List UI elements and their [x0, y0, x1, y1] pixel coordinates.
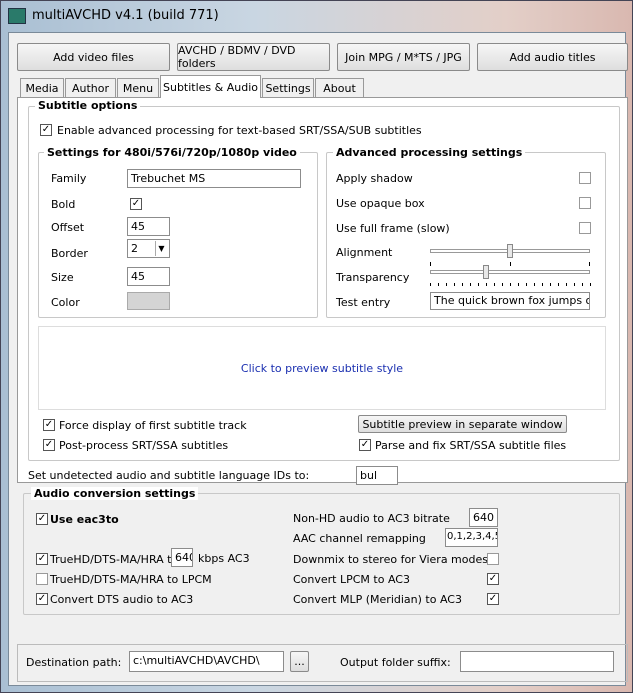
use-eac3to-label: Use eac3to: [50, 513, 119, 526]
transparency-slider[interactable]: [430, 270, 590, 274]
test-entry-label: Test entry: [336, 296, 391, 309]
border-value: 2: [131, 242, 138, 255]
enable-advanced-label: Enable advanced processing for text-base…: [57, 124, 422, 137]
dts-ac3-label: Convert DTS audio to AC3: [50, 593, 194, 606]
window-title: multiAVCHD v4.1 (build 771): [32, 8, 219, 23]
offset-input[interactable]: 45: [127, 217, 170, 236]
opaque-box-label: Use opaque box: [336, 197, 425, 210]
alignment-label: Alignment: [336, 246, 393, 259]
truehd-ac3-suffix: kbps AC3: [198, 552, 250, 565]
aac-remap-label: AAC channel remapping: [293, 532, 426, 545]
nonhd-bitrate-input[interactable]: 640: [469, 508, 498, 527]
alignment-ticks: [430, 262, 590, 266]
output-suffix-input[interactable]: [460, 651, 614, 672]
family-label: Family: [51, 172, 87, 185]
chevron-down-icon[interactable]: ▼: [155, 241, 167, 256]
lpcm-ac3-label: Convert LPCM to AC3: [293, 573, 410, 586]
video-settings-title: Settings for 480i/576i/720p/1080p video: [44, 146, 300, 159]
mlp-ac3-label: Convert MLP (Meridian) to AC3: [293, 593, 462, 606]
tab-subtitles-audio[interactable]: Subtitles & Audio: [160, 75, 261, 98]
size-label: Size: [51, 271, 74, 284]
avchd-folders-button[interactable]: AVCHD / BDMV / DVD folders: [177, 43, 330, 71]
add-video-files-button[interactable]: Add video files: [17, 43, 170, 71]
enable-advanced-checkbox[interactable]: ✓: [40, 124, 52, 136]
force-display-checkbox[interactable]: ✓: [43, 419, 55, 431]
tab-settings[interactable]: Settings: [262, 78, 314, 98]
color-swatch[interactable]: [127, 292, 170, 310]
truehd-ac3-checkbox[interactable]: ✓: [36, 553, 48, 565]
destination-path-input[interactable]: c:\multiAVCHD\AVCHD\: [129, 651, 284, 672]
post-process-checkbox[interactable]: ✓: [43, 439, 55, 451]
language-input[interactable]: bul: [356, 466, 398, 485]
subtitle-preview-window-button[interactable]: Subtitle preview in separate window: [358, 415, 567, 433]
full-frame-checkbox[interactable]: [579, 222, 591, 234]
transparency-ticks: [430, 283, 591, 286]
truehd-lpcm-checkbox[interactable]: [36, 573, 48, 585]
border-label: Border: [51, 247, 88, 260]
subtitle-options-title: Subtitle options: [35, 99, 141, 112]
test-entry-input[interactable]: The quick brown fox jumps over the lazy …: [430, 292, 590, 310]
tab-about[interactable]: About: [315, 78, 364, 98]
color-label: Color: [51, 296, 80, 309]
family-input[interactable]: Trebuchet MS: [127, 169, 301, 188]
tab-author[interactable]: Author: [65, 78, 116, 98]
transparency-slider-thumb[interactable]: [483, 265, 489, 279]
downmix-checkbox[interactable]: [487, 553, 499, 565]
parse-fix-checkbox[interactable]: ✓: [359, 439, 371, 451]
downmix-label: Downmix to stereo for Viera modes: [293, 553, 488, 566]
truehd-ac3-label: TrueHD/DTS-MA/HRA to: [50, 553, 179, 566]
audio-title: Audio conversion settings: [31, 487, 199, 500]
nonhd-bitrate-label: Non-HD audio to AC3 bitrate: [293, 512, 450, 525]
post-process-label: Post-process SRT/SSA subtitles: [59, 439, 229, 452]
apply-shadow-checkbox[interactable]: [579, 172, 591, 184]
dts-ac3-checkbox[interactable]: ✓: [36, 593, 48, 605]
aac-remap-input[interactable]: 0,1,2,3,4,5: [445, 528, 498, 547]
parse-fix-label: Parse and fix SRT/SSA subtitle files: [375, 439, 567, 452]
full-frame-label: Use full frame (slow): [336, 222, 450, 235]
alignment-slider-thumb[interactable]: [507, 244, 513, 258]
size-input[interactable]: 45: [127, 267, 170, 286]
language-label: Set undetected audio and subtitle langua…: [28, 469, 310, 482]
lpcm-ac3-checkbox[interactable]: ✓: [487, 573, 499, 585]
join-button[interactable]: Join MPG / M*TS / JPG: [337, 43, 470, 71]
force-display-label: Force display of first subtitle track: [59, 419, 247, 432]
opaque-box-checkbox[interactable]: [579, 197, 591, 209]
use-eac3to-checkbox[interactable]: ✓: [36, 513, 48, 525]
border-select[interactable]: 2 ▼: [127, 239, 170, 258]
bold-checkbox[interactable]: ✓: [130, 198, 142, 210]
tab-media[interactable]: Media: [20, 78, 64, 98]
destination-path-label: Destination path:: [26, 656, 122, 669]
transparency-label: Transparency: [336, 271, 410, 284]
add-audio-titles-button[interactable]: Add audio titles: [477, 43, 628, 71]
app-icon: [8, 8, 26, 24]
output-suffix-label: Output folder suffix:: [340, 656, 451, 669]
tab-menu[interactable]: Menu: [117, 78, 159, 98]
apply-shadow-label: Apply shadow: [336, 172, 413, 185]
truehd-ac3-bitrate-input[interactable]: 640: [171, 548, 193, 567]
mlp-ac3-checkbox[interactable]: ✓: [487, 593, 499, 605]
advanced-settings-title: Advanced processing settings: [333, 146, 526, 159]
preview-text: Click to preview subtitle style: [240, 361, 404, 375]
offset-label: Offset: [51, 221, 85, 234]
bold-label: Bold: [51, 198, 76, 211]
subtitle-preview-area[interactable]: Click to preview subtitle style: [38, 326, 606, 410]
truehd-lpcm-label: TrueHD/DTS-MA/HRA to LPCM: [50, 573, 212, 586]
browse-button[interactable]: ...: [290, 651, 309, 672]
